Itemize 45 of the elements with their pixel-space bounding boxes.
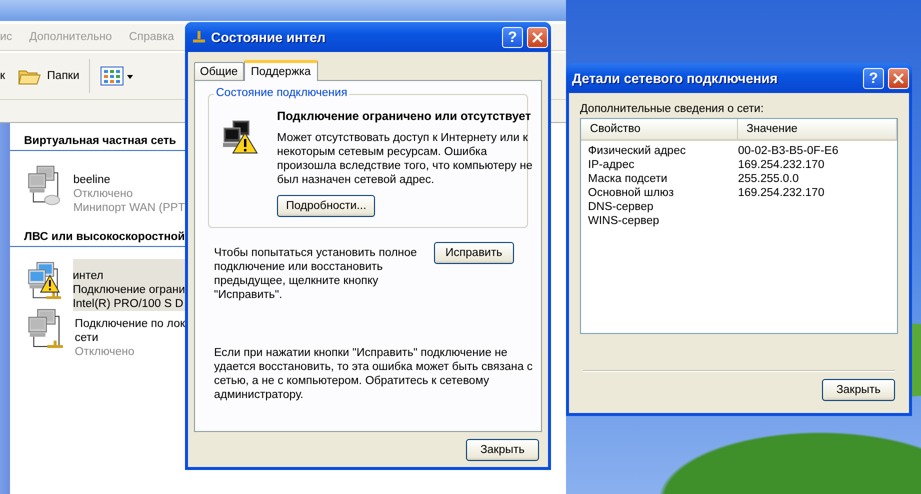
section-header: ЛВС или высокоскоростной bbox=[10, 231, 185, 247]
value-cell: 00-02-B3-B5-0F-E6 bbox=[738, 144, 838, 158]
column-header[interactable]: Значение bbox=[738, 119, 897, 139]
column-header[interactable]: Свойство bbox=[581, 119, 738, 139]
repair-instructions: Чтобы попытаться установить полное подключение или восстановить предыдущее, щелкните кнопку "Исправить". bbox=[214, 246, 418, 302]
close-dialog-button[interactable]: Закрыть bbox=[822, 379, 895, 401]
connection-detail: Intel(R) PRO/100 S D bbox=[72, 297, 184, 311]
tab[interactable]: Общие bbox=[194, 62, 244, 80]
network-warning-icon bbox=[221, 119, 259, 155]
connection-detail: Подключение ограни bbox=[72, 283, 185, 297]
status-description: Может отсутствовать доступ к Интернету или к некоторым сетевым ресурсам. Ошибка произошла вследствие того, что компьютеру не был назначен сетевой адрес. bbox=[277, 131, 534, 187]
connection-detail: Отключено bbox=[73, 187, 134, 201]
value-cell: 169.254.232.170 bbox=[738, 186, 824, 200]
property-cell: DNS-сервер bbox=[588, 200, 654, 214]
window-title: Детали сетевого подключения bbox=[572, 70, 779, 86]
selected-connection[interactable]: интел Подключение ограни Intel(R) PRO/100 S D bbox=[72, 259, 185, 311]
close-dialog-button[interactable]: Закрыть bbox=[466, 439, 539, 461]
repair-button[interactable]: Исправить bbox=[434, 242, 514, 264]
connection-name: сети bbox=[74, 331, 100, 345]
property-cell: Маска подсети bbox=[588, 172, 668, 186]
folders-button[interactable]: Папки bbox=[47, 70, 80, 82]
group-title: Состояние подключения bbox=[214, 87, 350, 99]
section-label: Дополнительные сведения о сети: bbox=[580, 103, 765, 115]
property-cell: Физический адрес bbox=[588, 144, 686, 158]
connection-name: beeline bbox=[73, 173, 112, 187]
help-button[interactable]: ? bbox=[502, 26, 523, 48]
admin-note: Если при нажатии кнопки "Исправить" подключение не удается восстановить, то эта ошибка может быть связана с сетью, а не с компьютером. Обратитесь к сетевому администратору. bbox=[213, 346, 534, 402]
section-header: Виртуальная частная сеть bbox=[10, 135, 185, 151]
help-button[interactable]: ? bbox=[863, 68, 884, 88]
status-heading: Подключение ограничено или отсутствует bbox=[277, 109, 531, 123]
network-icon bbox=[191, 29, 207, 45]
connection-detail: Отключено bbox=[74, 345, 136, 359]
connection-name: Подключение по лок bbox=[74, 317, 185, 331]
property-cell: IP-адрес bbox=[588, 158, 634, 172]
value-cell: 255.255.0.0 bbox=[738, 172, 799, 186]
value-cell: 169.254.232.170 bbox=[738, 158, 824, 172]
details-button[interactable]: Подробности... bbox=[277, 195, 376, 217]
tab[interactable]: Поддержка bbox=[244, 60, 318, 81]
views-icon[interactable] bbox=[100, 66, 134, 86]
property-cell: Основной шлюз bbox=[588, 186, 674, 200]
connection-name: интел bbox=[72, 269, 104, 283]
toolbar-label[interactable]: к bbox=[0, 70, 6, 82]
connection-detail: Минипорт WAN (PPT bbox=[73, 201, 185, 215]
window-title: Состояние интел bbox=[211, 30, 327, 44]
property-cell: WINS-сервер bbox=[588, 214, 660, 228]
